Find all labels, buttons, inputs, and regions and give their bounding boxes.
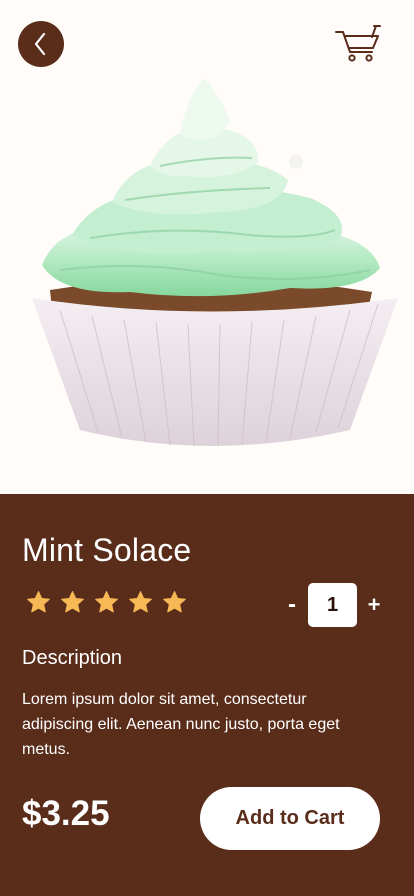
- quantity-stepper: - 1 +: [284, 583, 382, 627]
- back-button[interactable]: [18, 21, 64, 67]
- product-image-section: [0, 0, 414, 494]
- product-details-panel: Mint Solace - 1 + Description Lorem ipsu…: [0, 494, 414, 896]
- quantity-value[interactable]: 1: [308, 583, 357, 627]
- quantity-increment-button[interactable]: +: [366, 592, 382, 618]
- star-icon: [27, 591, 50, 613]
- star-icon: [61, 591, 84, 613]
- quantity-decrement-button[interactable]: -: [284, 591, 300, 619]
- shopping-cart-icon: [335, 25, 381, 62]
- star-icon: [163, 591, 186, 613]
- star-icon: [129, 591, 152, 613]
- description-text: Lorem ipsum dolor sit amet, consectetur …: [22, 691, 340, 758]
- product-price: $3.25: [22, 794, 110, 833]
- add-to-cart-button[interactable]: Add to Cart: [200, 787, 380, 850]
- product-image: [32, 78, 398, 447]
- description-heading: Description: [22, 647, 123, 669]
- product-name: Mint Solace: [22, 532, 192, 568]
- chevron-left-icon: [34, 32, 46, 56]
- cart-button[interactable]: [334, 24, 382, 64]
- star-icon: [95, 591, 118, 613]
- rating-stars: [26, 590, 187, 615]
